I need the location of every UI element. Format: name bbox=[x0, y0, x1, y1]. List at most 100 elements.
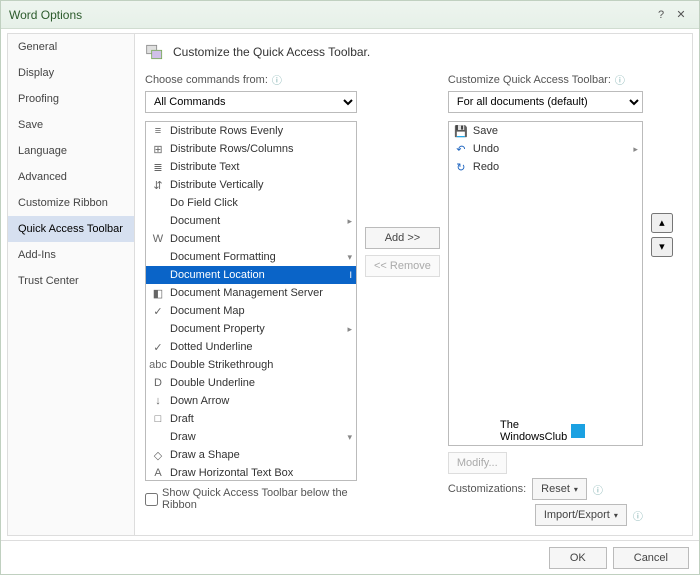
list-item[interactable]: Document▸ bbox=[146, 212, 356, 230]
sidebar-item-quick-access-toolbar[interactable]: Quick Access Toolbar bbox=[8, 216, 134, 242]
info-icon[interactable]: ⓘ bbox=[272, 72, 282, 87]
item-label: Draw bbox=[170, 431, 196, 443]
info-icon[interactable]: ⓘ bbox=[633, 508, 643, 523]
move-down-button[interactable]: ▾ bbox=[651, 237, 673, 257]
customizations-row: Customizations: Reset ⓘ bbox=[448, 478, 643, 500]
list-item[interactable]: ≣Distribute Text bbox=[146, 158, 356, 176]
remove-button[interactable]: << Remove bbox=[365, 255, 440, 277]
list-item[interactable]: ✓Dotted Underline bbox=[146, 338, 356, 356]
choose-commands-dropdown[interactable]: All Commands bbox=[145, 91, 357, 113]
move-up-button[interactable]: ▴ bbox=[651, 213, 673, 233]
list-item[interactable]: ◇Draw a Shape bbox=[146, 446, 356, 464]
sidebar-item-language[interactable]: Language bbox=[8, 138, 134, 164]
list-item[interactable]: Document Property▸ bbox=[146, 320, 356, 338]
item-label: Double Underline bbox=[170, 377, 255, 389]
list-item[interactable]: ≡ Distribute Rows Evenly bbox=[146, 122, 356, 140]
customize-qat-dropdown[interactable]: For all documents (default) bbox=[448, 91, 643, 113]
item-label: Distribute Rows Evenly bbox=[170, 125, 283, 137]
list-item[interactable]: 💾Save bbox=[449, 122, 642, 140]
item-label: Distribute Text bbox=[170, 161, 240, 173]
list-item[interactable]: abcDouble Strikethrough bbox=[146, 356, 356, 374]
item-label: Draft bbox=[170, 413, 194, 425]
sidebar-item-save[interactable]: Save bbox=[8, 112, 134, 138]
sidebar-item-proofing[interactable]: Proofing bbox=[8, 86, 134, 112]
item-icon: ◇ bbox=[150, 448, 166, 462]
ok-button[interactable]: OK bbox=[549, 547, 607, 569]
add-button[interactable]: Add >> bbox=[365, 227, 440, 249]
list-item[interactable]: ⇵Distribute Vertically bbox=[146, 176, 356, 194]
list-item[interactable]: ⊞Distribute Rows/Columns bbox=[146, 140, 356, 158]
item-icon: W bbox=[150, 232, 166, 246]
import-export-row: Import/Export ⓘ bbox=[448, 504, 643, 526]
reset-button[interactable]: Reset bbox=[532, 478, 587, 500]
cancel-button[interactable]: Cancel bbox=[613, 547, 689, 569]
watermark-square-icon bbox=[571, 424, 585, 438]
watermark: The WindowsClub bbox=[500, 419, 585, 443]
category-sidebar: GeneralDisplayProofingSaveLanguageAdvanc… bbox=[7, 33, 135, 536]
item-icon bbox=[150, 250, 166, 264]
item-icon: ↓ bbox=[150, 394, 166, 408]
list-item[interactable]: ↶Undo▸ bbox=[449, 140, 642, 158]
item-icon: ⇵ bbox=[150, 178, 166, 192]
sidebar-item-customize-ribbon[interactable]: Customize Ribbon bbox=[8, 190, 134, 216]
qat-col: Customize Quick Access Toolbar:ⓘ For all… bbox=[448, 72, 643, 526]
item-icon bbox=[150, 430, 166, 444]
item-label: Document Formatting bbox=[170, 251, 276, 263]
item-label: Redo bbox=[473, 161, 499, 173]
submenu-indicator-icon: I bbox=[349, 270, 352, 280]
item-icon: 💾 bbox=[453, 124, 469, 138]
submenu-indicator-icon: ▸ bbox=[347, 324, 352, 335]
show-below-ribbon-checkbox[interactable]: Show Quick Access Toolbar below the Ribb… bbox=[145, 487, 357, 511]
panel-heading-row: Customize the Quick Access Toolbar. bbox=[145, 42, 682, 62]
item-icon: D bbox=[150, 376, 166, 390]
sidebar-item-advanced[interactable]: Advanced bbox=[8, 164, 134, 190]
item-icon: ≡ bbox=[150, 124, 166, 138]
panel-heading: Customize the Quick Access Toolbar. bbox=[173, 45, 370, 59]
item-icon: □ bbox=[150, 412, 166, 426]
list-item[interactable]: Document LocationI bbox=[146, 266, 356, 284]
item-label: Down Arrow bbox=[170, 395, 229, 407]
item-icon: ↶ bbox=[453, 142, 469, 156]
list-item[interactable]: Document Formatting▾ bbox=[146, 248, 356, 266]
commands-list[interactable]: ≡ Distribute Rows Evenly ⊞Distribute Rows/… bbox=[145, 121, 357, 481]
item-icon: A bbox=[150, 466, 166, 480]
item-label: Undo bbox=[473, 143, 499, 155]
list-item[interactable]: ↻Redo bbox=[449, 158, 642, 176]
list-item[interactable]: ◧Document Management Server bbox=[146, 284, 356, 302]
list-item[interactable]: Draw▾ bbox=[146, 428, 356, 446]
item-icon bbox=[150, 196, 166, 210]
list-item[interactable]: ✓Document Map bbox=[146, 302, 356, 320]
item-icon: ✓ bbox=[150, 304, 166, 318]
close-button[interactable]: ✕ bbox=[671, 8, 691, 21]
dialog-footer: OK Cancel bbox=[1, 540, 699, 574]
item-icon: ⊞ bbox=[150, 142, 166, 156]
submenu-indicator-icon: ▸ bbox=[347, 216, 352, 227]
item-icon: ◧ bbox=[150, 286, 166, 300]
item-icon bbox=[150, 214, 166, 228]
show-below-ribbon-label: Show Quick Access Toolbar below the Ribb… bbox=[162, 487, 352, 511]
list-item[interactable]: ↓ Down Arrow bbox=[146, 392, 356, 410]
qat-list[interactable]: 💾Save↶Undo▸↻Redo bbox=[448, 121, 643, 446]
info-icon[interactable]: ⓘ bbox=[615, 72, 625, 87]
item-icon bbox=[150, 268, 166, 282]
content: GeneralDisplayProofingSaveLanguageAdvanc… bbox=[1, 29, 699, 540]
list-item[interactable]: Do Field Click bbox=[146, 194, 356, 212]
import-export-button[interactable]: Import/Export bbox=[535, 504, 627, 526]
sidebar-item-add-ins[interactable]: Add-Ins bbox=[8, 242, 134, 268]
show-below-ribbon-input[interactable] bbox=[145, 493, 158, 506]
list-item[interactable]: □ Draft bbox=[146, 410, 356, 428]
choose-commands-label: Choose commands from:ⓘ bbox=[145, 72, 357, 87]
list-item[interactable]: ADraw Horizontal Text Box bbox=[146, 464, 356, 481]
item-icon: ✓ bbox=[150, 340, 166, 354]
sidebar-item-general[interactable]: General bbox=[8, 34, 134, 60]
titlebar: Word Options ? ✕ bbox=[1, 1, 699, 29]
info-icon[interactable]: ⓘ bbox=[593, 482, 603, 497]
sidebar-item-display[interactable]: Display bbox=[8, 60, 134, 86]
item-icon bbox=[150, 322, 166, 336]
qat-icon bbox=[145, 42, 165, 62]
modify-button[interactable]: Modify... bbox=[448, 452, 507, 474]
help-button[interactable]: ? bbox=[651, 9, 671, 21]
list-item[interactable]: D Double Underline bbox=[146, 374, 356, 392]
sidebar-item-trust-center[interactable]: Trust Center bbox=[8, 268, 134, 294]
list-item[interactable]: WDocument bbox=[146, 230, 356, 248]
